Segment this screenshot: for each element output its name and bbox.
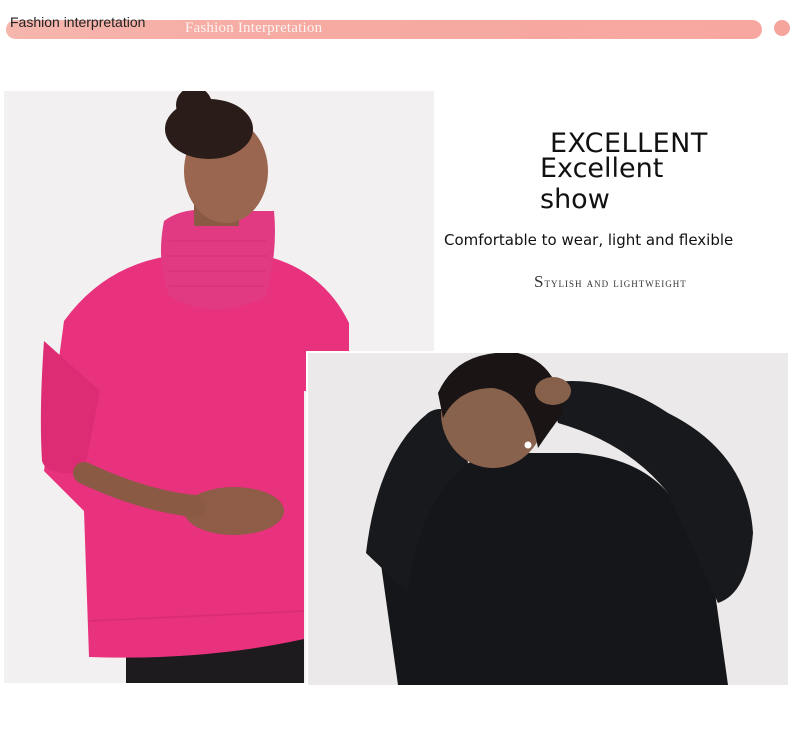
tagline: Stylish and lightweight (534, 272, 687, 291)
title-lower: Excellent show (540, 153, 664, 215)
banner-text: Fashion Interpretation (185, 20, 323, 36)
banner-dot (774, 20, 790, 36)
black-sweater-illustration (308, 353, 788, 685)
photo-black-sweater (306, 351, 788, 685)
subtitle: Comfortable to wear, light and flexible (444, 231, 734, 249)
header-label: Fashion interpretation (10, 14, 146, 30)
